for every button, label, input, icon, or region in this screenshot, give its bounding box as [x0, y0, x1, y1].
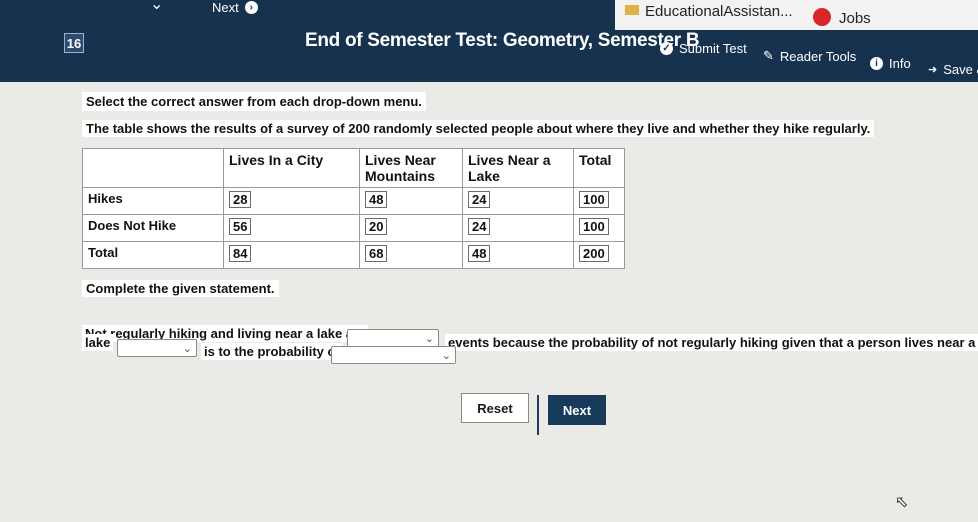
- jobs-icon: [813, 8, 831, 26]
- chevron-down-icon: ⌄: [424, 332, 434, 345]
- table-row: Does Not Hike 56 20 24 100: [82, 214, 625, 242]
- table-header-cell: Total: [573, 148, 625, 188]
- reset-button[interactable]: Reset: [461, 393, 529, 423]
- arrow-right-icon: ›: [244, 1, 258, 14]
- table-cell: 84: [223, 241, 360, 269]
- cell-value: 28: [229, 191, 252, 208]
- exit-icon: ➜: [928, 64, 938, 76]
- tab-jobs[interactable]: Jobs: [839, 10, 871, 27]
- table-row: Hikes 28 48 24 100: [82, 187, 625, 215]
- instruction-text: Select the correct answer from each drop…: [82, 92, 426, 111]
- page-title: End of Semester Test: Geometry, Semester…: [305, 30, 700, 51]
- info-label: Info: [889, 56, 911, 71]
- check-circle-icon: ✓: [660, 42, 673, 55]
- chevron-down-icon: ⌄: [182, 342, 192, 355]
- table-header-cell: Lives In a City: [223, 148, 360, 188]
- statement-part-4: is to the probability of: [201, 343, 343, 360]
- cell-value: 48: [468, 245, 491, 262]
- save-exit-button[interactable]: ➜ Save &: [928, 62, 978, 77]
- table-cell: 20: [359, 214, 463, 242]
- table-header-cell: [82, 148, 224, 188]
- statement-part-2: events because the probability of not re…: [445, 334, 978, 351]
- intro-text: The table shows the results of a survey …: [82, 120, 875, 137]
- cell-value: 56: [229, 218, 252, 235]
- save-label: Save &: [943, 62, 978, 77]
- reader-tools-label: Reader Tools: [779, 48, 857, 64]
- dropdown-probability[interactable]: ⌄: [331, 346, 456, 364]
- mouse-cursor-icon: ⬁: [895, 494, 909, 511]
- info-button[interactable]: i Info: [870, 56, 911, 71]
- table-cell: 48: [359, 187, 463, 215]
- table-header-row: Lives In a City Lives Near Mountains Liv…: [82, 148, 625, 188]
- submit-test-label: Submit Test: [679, 41, 747, 56]
- cell-value: 20: [365, 218, 388, 235]
- reader-tools-button[interactable]: ✎ Reader Tools: [763, 48, 856, 64]
- table-cell: 48: [462, 241, 574, 269]
- cell-value: 84: [229, 245, 252, 262]
- browser-next-label: Next: [212, 0, 239, 15]
- survey-table: Lives In a City Lives Near Mountains Liv…: [82, 148, 625, 269]
- tab-educational-assistant[interactable]: EducationalAssistan...: [645, 3, 793, 20]
- table-cell: 100: [573, 214, 625, 242]
- table-row: Total 84 68 48 200: [82, 241, 625, 269]
- cell-value: 48: [365, 191, 388, 208]
- submit-test-button[interactable]: ✓ Submit Test: [660, 41, 747, 56]
- dropdown-event-type[interactable]: ⌄: [347, 329, 439, 347]
- statement-part-3: lake: [82, 334, 114, 351]
- question-content: Select the correct answer from each drop…: [0, 82, 978, 522]
- question-number: 16: [64, 33, 84, 53]
- table-cell: 28: [223, 187, 360, 215]
- cell-value: 100: [579, 191, 609, 208]
- cell-value: 24: [468, 218, 491, 235]
- dropdown-comparison[interactable]: ⌄: [117, 339, 197, 357]
- table-cell: 200: [573, 241, 625, 269]
- table-header-cell: Lives Near a Lake: [462, 148, 574, 188]
- cell-value: 200: [579, 245, 609, 262]
- table-cell: 24: [462, 187, 574, 215]
- row-label: Does Not Hike: [82, 214, 224, 242]
- cell-value: 24: [468, 191, 491, 208]
- table-cell: 56: [223, 214, 360, 242]
- cell-value: 68: [365, 245, 388, 262]
- table-header-cell: Lives Near Mountains: [359, 148, 463, 188]
- browser-tab-strip: EducationalAssistan... Jobs: [615, 0, 978, 30]
- complete-statement-label: Complete the given statement.: [82, 280, 279, 297]
- top-bar: EducationalAssistan... Jobs ⌄ Next › 16 …: [0, 0, 978, 82]
- table-cell: 24: [462, 214, 574, 242]
- chevron-down-icon: ⌄: [441, 349, 451, 362]
- table-cell: 68: [359, 241, 463, 269]
- table-cell: 100: [573, 187, 625, 215]
- row-label: Total: [82, 241, 224, 269]
- divider: [537, 395, 539, 435]
- browser-next-button[interactable]: Next ›: [212, 0, 258, 15]
- tab-favicon-icon: [625, 5, 639, 15]
- info-icon: i: [870, 57, 883, 70]
- cell-value: 100: [579, 218, 609, 235]
- row-label: Hikes: [82, 187, 224, 215]
- wrench-icon: ✎: [763, 48, 774, 63]
- next-button[interactable]: Next: [548, 395, 606, 425]
- dropdown-chevron-icon[interactable]: ⌄: [150, 0, 163, 14]
